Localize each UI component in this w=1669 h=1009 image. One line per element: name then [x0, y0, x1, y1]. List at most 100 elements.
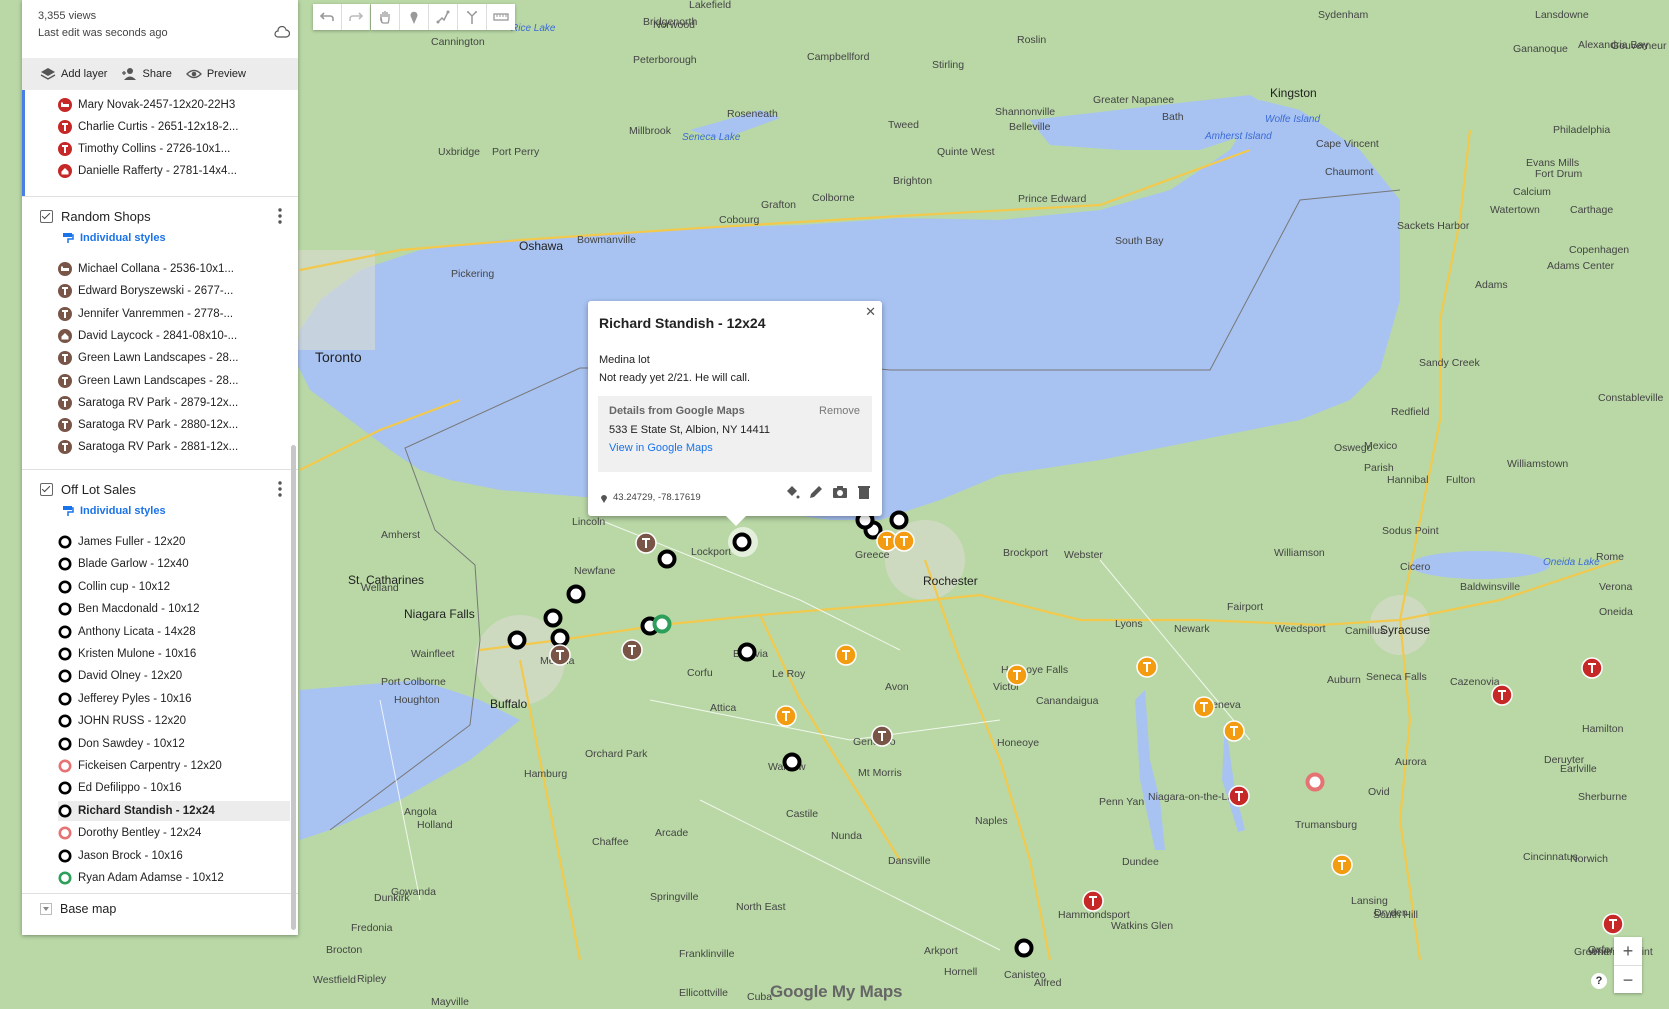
redo-icon — [349, 12, 364, 21]
pan-tool-button[interactable] — [371, 4, 400, 30]
layer-item[interactable]: David Laycock - 2841-08x10-... — [58, 326, 237, 346]
layer-item[interactable]: Jennifer Vanremmen - 2778-... — [58, 304, 233, 324]
layer-item-label: Saratoga RV Park - 2880-12x... — [78, 419, 239, 432]
layer-item[interactable]: Ben Macdonald - 10x12 — [58, 599, 199, 619]
add-layer-button[interactable]: Add layer — [40, 67, 107, 81]
home-icon — [58, 328, 72, 343]
undo-button[interactable] — [313, 4, 342, 30]
individual-styles-link[interactable]: Individual styles — [62, 232, 166, 244]
draw-line-button[interactable] — [429, 4, 458, 30]
circle-marker-icon — [58, 714, 72, 728]
sale-marker[interactable] — [657, 549, 677, 569]
more-vert-icon[interactable] — [278, 481, 282, 497]
layer-item[interactable]: Michael Collana - 2536-10x1... — [58, 259, 234, 279]
zoom-in-button[interactable]: + — [1614, 937, 1642, 966]
map-place-label: Redfield — [1391, 406, 1430, 418]
map-place-label: Bridgenorth — [643, 16, 697, 28]
sale-marker[interactable] — [652, 614, 672, 634]
individual-styles-link[interactable]: Individual styles — [62, 505, 166, 517]
layer-item[interactable]: Timothy Collins - 2726-10x1... — [58, 139, 230, 159]
sale-marker[interactable] — [889, 510, 909, 530]
map-place-label: Chaffee — [592, 836, 629, 848]
eye-icon — [185, 69, 202, 79]
layer-item[interactable]: Richard Standish - 12x24 — [58, 800, 290, 821]
layer-item[interactable]: Edward Boryszewski - 2677-... — [58, 281, 233, 301]
map-place-label: Oshawa — [519, 239, 563, 253]
edit-pencil-icon[interactable] — [808, 484, 824, 500]
layer-checkbox[interactable] — [40, 209, 53, 223]
layer-item[interactable]: Kristen Mulone - 10x16 — [58, 644, 196, 664]
map-place-label: Fulton — [1446, 474, 1475, 486]
map-place-label: Constableville — [1598, 392, 1664, 404]
more-vert-icon[interactable] — [278, 208, 282, 224]
map-place-label: Auburn — [1327, 674, 1361, 686]
layer-item[interactable]: JOHN RUSS - 12x20 — [58, 711, 186, 731]
layer-item[interactable]: Ed Defilippo - 10x16 — [58, 778, 182, 798]
panel-actions-bar: Add layer Share Preview — [22, 58, 298, 90]
measure-button[interactable] — [487, 4, 515, 30]
layer-item[interactable]: Saratoga RV Park - 2879-12x... — [58, 393, 238, 413]
layer-item[interactable]: Anthony Licata - 14x28 — [58, 622, 196, 642]
panel-scrollbar[interactable] — [291, 445, 296, 930]
layer-item[interactable]: Fickeisen Carpentry - 12x20 — [58, 756, 222, 776]
preview-button[interactable]: Preview — [185, 67, 246, 81]
sale-marker[interactable] — [1305, 772, 1325, 792]
map-place-label: Sherburne — [1578, 791, 1627, 803]
zoom-out-button[interactable]: − — [1614, 966, 1642, 994]
view-in-google-maps-link[interactable]: View in Google Maps — [609, 442, 713, 454]
layer-item[interactable]: Dorothy Bentley - 12x24 — [58, 823, 201, 843]
remove-details-button[interactable]: Remove — [819, 405, 860, 417]
redo-button[interactable] — [342, 4, 370, 30]
close-icon[interactable]: ✕ — [865, 304, 876, 320]
map-place-label: Cuba — [747, 991, 772, 1003]
layer-item[interactable]: Jason Brock - 10x16 — [58, 846, 183, 866]
map-place-label: Sandy Creek — [1419, 357, 1480, 369]
layer-item[interactable]: Charlie Curtis - 2651-12x18-2... — [58, 117, 238, 137]
sale-marker[interactable] — [737, 642, 757, 662]
sale-marker[interactable] — [566, 584, 586, 604]
layer-item[interactable]: Blade Garlow - 12x40 — [58, 554, 189, 574]
sale-marker[interactable] — [782, 752, 802, 772]
layer-item[interactable]: David Olney - 12x20 — [58, 666, 182, 686]
sale-marker[interactable] — [1014, 938, 1034, 958]
directions-icon — [467, 11, 477, 24]
layer-item[interactable]: Don Sawdey - 10x12 — [58, 734, 185, 754]
directions-button[interactable] — [458, 4, 487, 30]
layer-item[interactable]: Collin cup - 10x12 — [58, 577, 170, 597]
address-text: 533 E State St, Albion, NY 14411 — [609, 424, 771, 436]
style-paint-icon[interactable] — [784, 484, 800, 500]
layer-item[interactable]: Jefferey Pyles - 10x16 — [58, 689, 192, 709]
help-icon[interactable]: ? — [1591, 973, 1607, 989]
layer-item[interactable]: Saratoga RV Park - 2880-12x... — [58, 415, 238, 435]
layer-item[interactable]: Saratoga RV Park - 2881-12x... — [58, 437, 238, 457]
layer-item[interactable]: Ryan Adam Adamse - 10x12 — [58, 868, 224, 888]
layer-item[interactable]: Danielle Rafferty - 2781-14x4... — [58, 161, 237, 181]
layer-item[interactable]: Green Lawn Landscapes - 28... — [58, 371, 238, 391]
sale-marker[interactable] — [507, 630, 527, 650]
home-icon — [58, 164, 72, 178]
sale-marker[interactable] — [543, 608, 563, 628]
base-map-toggle[interactable]: Base map — [40, 902, 116, 916]
layer-header-off-lot-sales[interactable]: Off Lot Sales — [40, 479, 136, 499]
map-place-label: Colborne — [812, 192, 855, 204]
delete-trash-icon[interactable] — [856, 484, 872, 500]
map-place-label: Holland — [417, 819, 453, 831]
layer-item-label: David Laycock - 2841-08x10-... — [78, 329, 238, 342]
map-place-label: Sodus Point — [1382, 525, 1439, 537]
layer-item[interactable]: James Fuller - 12x20 — [58, 532, 185, 552]
layer-item[interactable]: Green Lawn Landscapes - 28... — [58, 348, 238, 368]
sale-marker[interactable] — [732, 532, 752, 552]
add-marker-button[interactable] — [400, 4, 429, 30]
coordinates-text: 43.24729, -78.17619 — [613, 492, 701, 503]
map-place-label: Cicero — [1400, 561, 1431, 573]
layer-header-random-shops[interactable]: Random Shops — [40, 206, 151, 226]
map-place-label: Amherst Island — [1204, 131, 1272, 142]
layer-checkbox[interactable] — [40, 482, 53, 496]
map-place-label: Roseneath — [727, 108, 778, 120]
camera-icon[interactable] — [832, 484, 848, 500]
sale-marker[interactable] — [550, 628, 570, 648]
map-place-label: Canandaigua — [1036, 695, 1099, 707]
map-place-label: Tweed — [888, 119, 919, 131]
layer-item[interactable]: Mary Novak-2457-12x20-22H3 — [58, 95, 235, 115]
share-button[interactable]: Share — [121, 67, 172, 81]
